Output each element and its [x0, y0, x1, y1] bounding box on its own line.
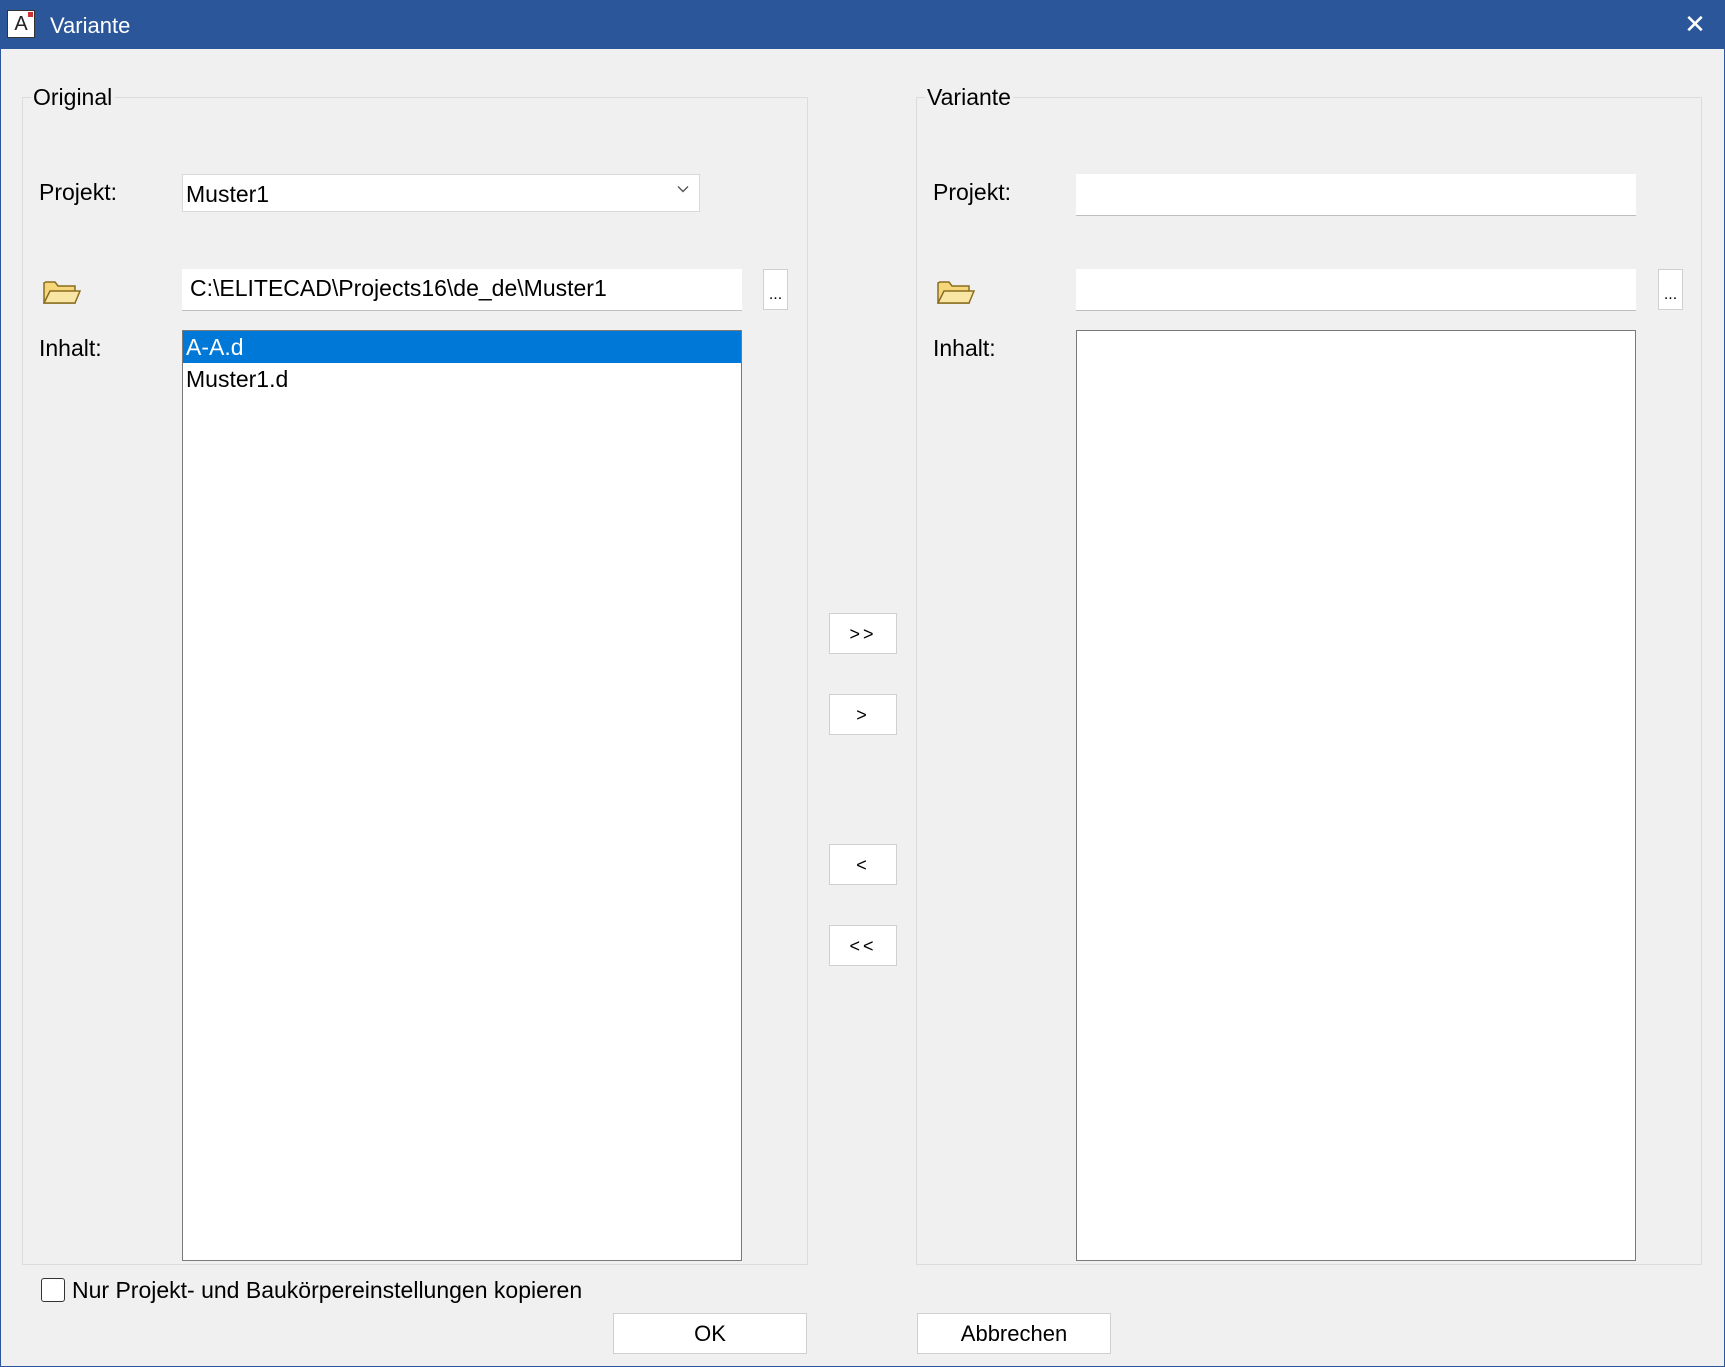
list-item[interactable]: A-A.d: [183, 331, 741, 363]
variante-content-label: Inhalt:: [933, 335, 996, 361]
folder-open-icon[interactable]: [937, 279, 975, 305]
variante-project-label: Projekt:: [933, 179, 1011, 205]
original-content-label: Inhalt:: [39, 335, 102, 361]
original-path-value: C:\ELITECAD\Projects16\de_de\Muster1: [190, 275, 607, 301]
variante-project-input[interactable]: [1076, 174, 1636, 216]
original-browse-button[interactable]: ...: [763, 269, 788, 310]
copy-settings-only-label: Nur Projekt- und Baukörpereinstellungen …: [72, 1277, 583, 1303]
original-project-value: Muster1: [186, 181, 270, 207]
add-all-button[interactable]: >>: [829, 613, 897, 654]
title-bar: A Variante ✕: [1, 1, 1724, 49]
original-project-combobox[interactable]: Muster1: [182, 174, 700, 212]
variante-path-input[interactable]: [1076, 269, 1636, 311]
close-button[interactable]: ✕: [1664, 1, 1724, 49]
remove-selected-button[interactable]: <: [829, 844, 897, 885]
copy-settings-only-checkbox[interactable]: [41, 1278, 65, 1302]
variante-browse-button[interactable]: ...: [1658, 269, 1683, 310]
list-item[interactable]: Muster1.d: [183, 363, 741, 395]
folder-open-icon[interactable]: [43, 279, 81, 305]
add-selected-button[interactable]: >: [829, 694, 897, 735]
cancel-button[interactable]: Abbrechen: [917, 1313, 1111, 1354]
variante-dialog: A Variante ✕ Original Projekt: Muster1 C…: [0, 0, 1725, 1367]
original-path-input[interactable]: C:\ELITECAD\Projects16\de_de\Muster1: [182, 269, 742, 311]
app-icon: A: [7, 10, 35, 38]
chevron-down-icon: [677, 186, 689, 193]
original-group-title: Original: [31, 84, 115, 110]
variante-content-list[interactable]: [1076, 330, 1636, 1261]
ok-button[interactable]: OK: [613, 1313, 807, 1354]
original-content-list[interactable]: A-A.d Muster1.d: [182, 330, 742, 1261]
variante-group-title: Variante: [925, 84, 1013, 110]
window-title: Variante: [50, 13, 131, 38]
close-icon: ✕: [1684, 9, 1706, 39]
original-project-label: Projekt:: [39, 179, 117, 205]
remove-all-button[interactable]: <<: [829, 925, 897, 966]
